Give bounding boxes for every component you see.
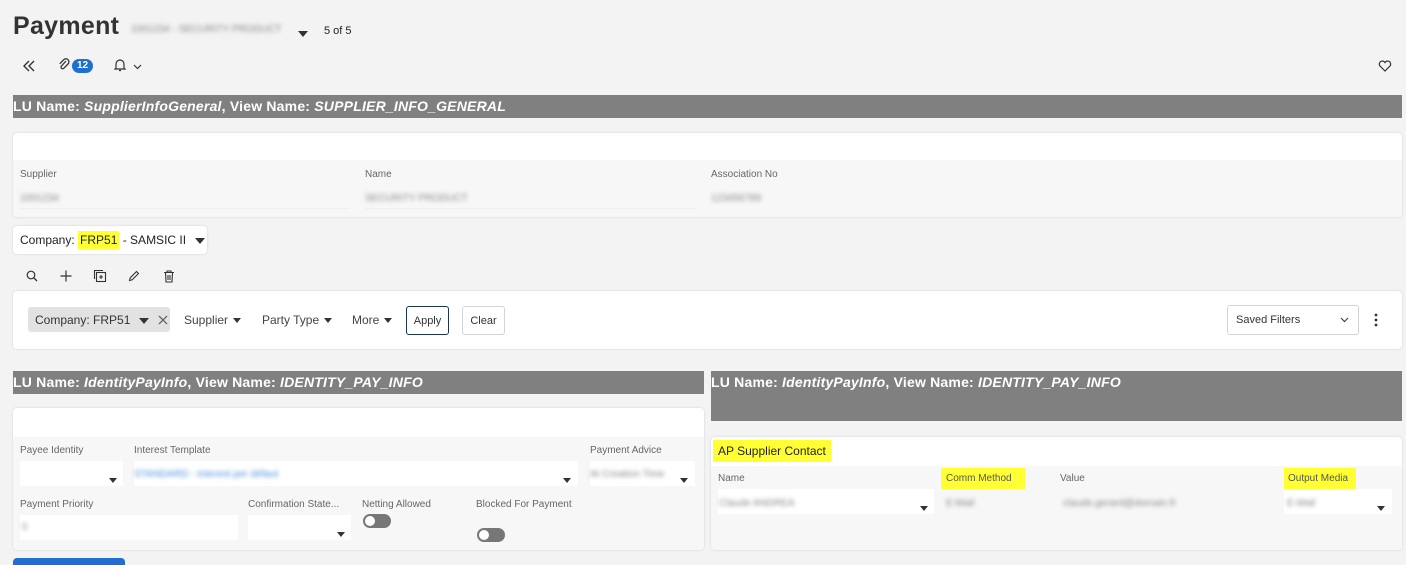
output-media-value[interactable]: E-Mail [1287, 498, 1315, 509]
record-subtitle: 1001234 - SECURITY PRODUCT [131, 24, 282, 35]
double-chevron-left-icon[interactable] [20, 58, 38, 74]
supplier-filter-dropdown[interactable]: Supplier [184, 313, 242, 327]
comm-method-label: Comm Method [941, 468, 1025, 489]
lu-name: IdentityPayInfo [782, 374, 886, 390]
party-type-filter-dropdown[interactable]: Party Type [262, 313, 333, 327]
more-filter-dropdown[interactable]: More [352, 313, 393, 327]
delete-icon[interactable] [161, 268, 177, 284]
payment-priority-input[interactable] [20, 515, 238, 540]
contact-value-label: Value [1060, 473, 1085, 484]
lu-prefix: LU Name: [13, 374, 85, 390]
lu-prefix: LU Name: [13, 98, 85, 114]
payment-priority-value[interactable]: 0 [22, 522, 28, 533]
attachments-button[interactable]: 12 [58, 57, 94, 75]
chevron-down-icon[interactable] [680, 472, 688, 486]
view-prefix: , View Name: [885, 374, 979, 390]
lu-info-bar-general: LU Name: SupplierInfoGeneral, View Name:… [13, 95, 1402, 118]
ap-supplier-contact-title: AP Supplier Contact [713, 440, 831, 462]
attachments-count-badge: 12 [72, 59, 94, 73]
netting-allowed-label: Netting Allowed [362, 499, 431, 510]
view-name: IDENTITY_PAY_INFO [280, 374, 423, 390]
comm-method-value: E-Mail [946, 498, 975, 509]
heart-icon[interactable] [1377, 58, 1393, 74]
chevron-down-icon [1340, 314, 1349, 326]
supplier-info-card: Supplier 1001234 Name SECURITY PRODUCT A… [13, 133, 1402, 217]
plus-icon[interactable] [58, 268, 74, 284]
duplicate-icon[interactable] [92, 268, 108, 284]
supplier-label: Supplier [20, 169, 57, 180]
record-position: 5 of 5 [324, 25, 352, 37]
netting-allowed-toggle[interactable] [363, 514, 391, 528]
supplier-value: 1001234 [20, 193, 59, 204]
view-prefix: , View Name: [187, 374, 281, 390]
lu-name: IdentityPayInfo [84, 374, 188, 390]
confirmation-state-label: Confirmation State... [248, 499, 340, 510]
blocked-for-payment-toggle[interactable] [477, 528, 505, 542]
name-label: Name [365, 169, 392, 180]
chevron-down-icon[interactable] [1377, 500, 1385, 514]
identity-pay-info-card: Payee Identity Interest Template STANDAR… [13, 408, 704, 550]
payment-advice-label: Payment Advice [590, 445, 662, 456]
company-code: FRP51 [78, 231, 120, 249]
paperclip-icon [58, 57, 70, 75]
page-title: Payment [13, 12, 120, 40]
apply-button[interactable]: Apply [406, 306, 449, 335]
company-filter-label: Company: FRP51 [35, 312, 131, 327]
supplier-filter-label: Supplier [184, 313, 229, 327]
search-icon[interactable] [24, 268, 40, 284]
bell-icon [113, 58, 127, 75]
payment-priority-label: Payment Priority [20, 499, 94, 510]
lu-info-bar-pay-left: LU Name: IdentityPayInfo, View Name: IDE… [13, 371, 704, 394]
more-options-icon[interactable] [1371, 312, 1381, 328]
company-filter-chip[interactable]: Company: FRP51 [28, 307, 170, 332]
chevron-down-icon[interactable] [139, 313, 150, 327]
blocked-for-payment-label: Blocked For Payment [476, 499, 572, 510]
chevron-down-icon[interactable] [563, 472, 571, 486]
chevron-down-icon [195, 233, 206, 247]
filter-bar: Company: FRP51 Supplier Party Type More … [13, 291, 1402, 349]
record-selector-chevron-icon[interactable] [298, 26, 308, 40]
edit-icon[interactable] [126, 268, 142, 284]
company-name: - SAMSIC II [119, 233, 187, 247]
lu-prefix: LU Name: [711, 374, 783, 390]
lu-info-bar-pay-right: LU Name: IdentityPayInfo, View Name: IDE… [711, 371, 1402, 421]
chevron-down-icon[interactable] [109, 472, 117, 486]
association-no-value: 123456789 [711, 193, 762, 204]
chevron-down-icon [133, 59, 142, 73]
name-value: SECURITY PRODUCT [365, 193, 468, 204]
lu-name: SupplierInfoGeneral [84, 98, 222, 114]
ap-supplier-contact-card: AP Supplier Contact Name Claude ANDREA C… [711, 437, 1402, 550]
association-no-label: Association No [711, 169, 778, 180]
party-type-filter-label: Party Type [262, 313, 320, 327]
more-filter-label: More [352, 313, 380, 327]
chevron-down-icon[interactable] [337, 526, 345, 540]
chevron-down-icon[interactable] [920, 500, 928, 514]
output-media-label: Output Media [1284, 468, 1357, 489]
clear-button[interactable]: Clear [462, 306, 505, 335]
close-icon[interactable] [158, 315, 168, 325]
interest-template-value[interactable]: STANDARD - Interest per défaut [134, 469, 278, 480]
payee-identity-label: Payee Identity [20, 445, 84, 456]
contact-value: claude.gerard@domain.fr [1063, 498, 1176, 509]
confirmation-state-select[interactable] [248, 515, 351, 540]
view-name: SUPPLIER_INFO_GENERAL [314, 98, 506, 114]
view-name: IDENTITY_PAY_INFO [978, 374, 1121, 390]
notifications-button[interactable] [113, 58, 142, 75]
contact-name-label: Name [718, 473, 745, 484]
interest-template-label: Interest Template [134, 445, 211, 456]
view-prefix: , View Name: [221, 98, 315, 114]
primary-action-button[interactable] [13, 558, 125, 565]
contact-name-value[interactable]: Claude ANDREA [719, 498, 795, 509]
company-prefix: Company: [20, 233, 79, 247]
payment-advice-value[interactable]: At Creation Time [590, 469, 664, 480]
saved-filters-label: Saved Filters [1236, 314, 1301, 326]
company-selector[interactable]: Company: FRP51 - SAMSIC II [13, 226, 207, 254]
saved-filters-dropdown[interactable]: Saved Filters [1227, 305, 1359, 335]
payee-identity-select[interactable] [20, 461, 123, 486]
